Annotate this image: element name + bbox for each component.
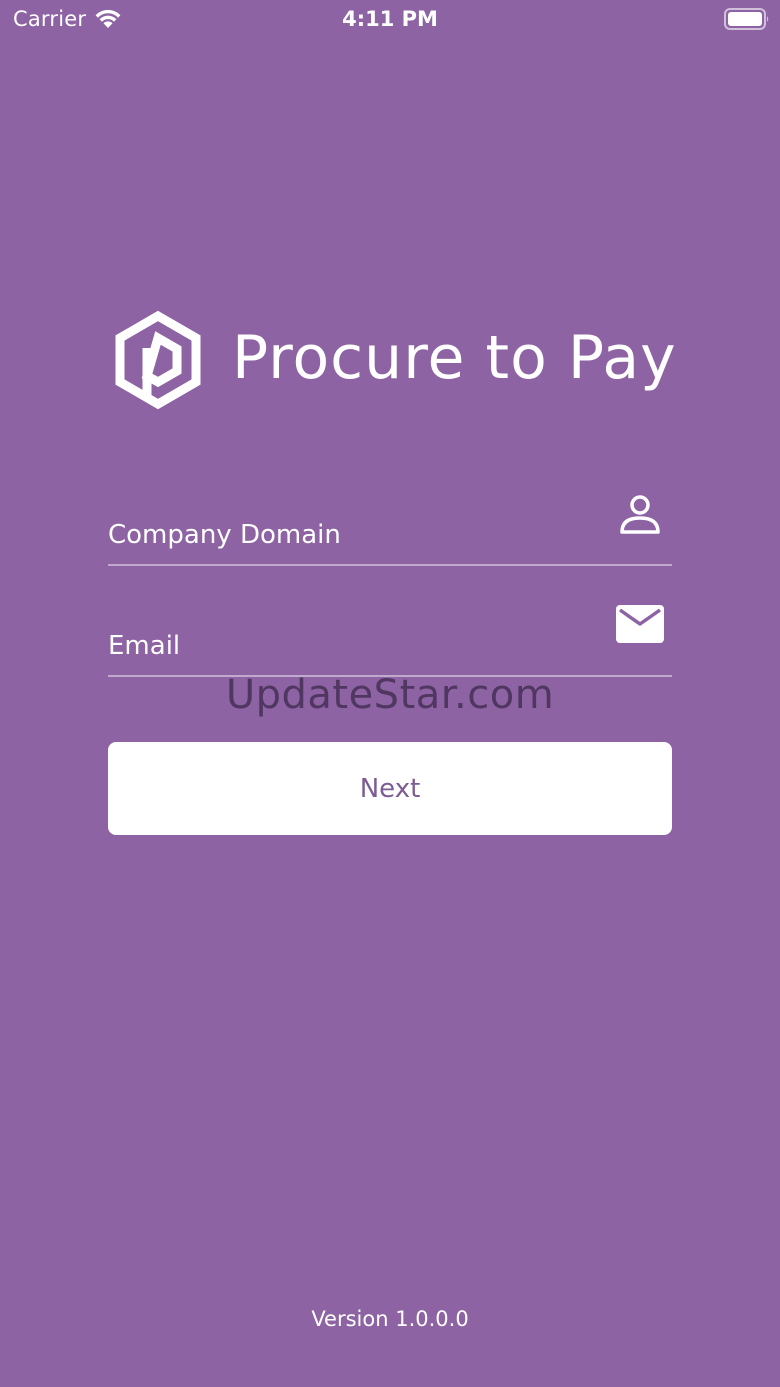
- watermark-text: UpdateStar.com: [225, 672, 555, 718]
- clock-time: 4:11 PM: [342, 7, 438, 31]
- battery-icon: [724, 8, 769, 30]
- email-input[interactable]: [108, 631, 588, 661]
- app-logo: Procure to Pay: [114, 310, 677, 410]
- email-field: [108, 605, 672, 677]
- version-label: Version 1.0.0.0: [311, 1307, 469, 1331]
- envelope-icon: [616, 605, 664, 643]
- next-button[interactable]: Next: [108, 742, 672, 835]
- hexagon-p-logo: [115, 310, 201, 410]
- company-domain-input[interactable]: [108, 520, 588, 550]
- company-domain-field: [108, 494, 672, 566]
- status-bar: Carrier 4:11 PM: [0, 0, 780, 40]
- user-icon: [620, 495, 660, 534]
- app-name: Procure to Pay: [232, 323, 677, 393]
